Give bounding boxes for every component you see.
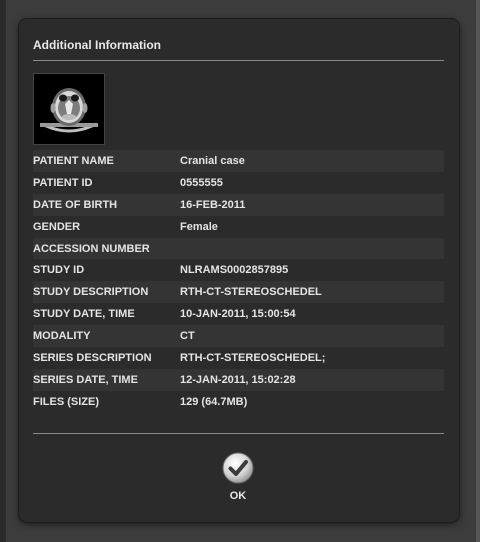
field-value: RTH-CT-STEREOSCHEDEL xyxy=(180,286,322,299)
field-row-files-size: FILES (SIZE) 129 (64.7MB) xyxy=(33,390,444,413)
field-label: SERIES DESCRIPTION xyxy=(33,351,152,364)
field-value xyxy=(180,238,444,260)
field-label: SERIES DATE, TIME xyxy=(33,373,138,386)
field-row-patient-name: PATIENT NAME Cranial case xyxy=(33,150,444,172)
field-value: 0555555 xyxy=(180,176,223,189)
field-row-modality: MODALITY CT xyxy=(33,325,444,348)
checkmark-icon xyxy=(222,452,254,484)
ok-button[interactable]: OK xyxy=(218,452,258,506)
study-info-table: PATIENT NAME Cranial case PATIENT ID 055… xyxy=(33,150,444,413)
field-label: PATIENT ID xyxy=(33,176,93,189)
field-value: Female xyxy=(180,220,218,233)
field-label: ACCESSION NUMBER xyxy=(33,242,150,255)
field-value: 16-FEB-2011 xyxy=(180,198,246,211)
field-label: PATIENT NAME xyxy=(33,154,114,167)
field-label: MODALITY xyxy=(33,330,91,343)
field-row-accession-number: ACCESSION NUMBER xyxy=(33,237,444,260)
field-row-study-description: STUDY DESCRIPTION RTH-CT-STEREOSCHEDEL xyxy=(33,281,444,304)
field-value: 12-JAN-2011, 15:02:28 xyxy=(180,373,296,386)
backdrop-left-edge xyxy=(0,0,6,542)
field-label: STUDY ID xyxy=(33,264,85,277)
bottom-divider xyxy=(33,433,444,434)
field-label: DATE OF BIRTH xyxy=(33,198,118,211)
field-value: Cranial case xyxy=(180,154,245,167)
field-value: NLRAMS0002857895 xyxy=(180,264,289,277)
field-row-series-date-time: SERIES DATE, TIME 12-JAN-2011, 15:02:28 xyxy=(33,368,444,391)
field-row-date-of-birth: DATE OF BIRTH 16-FEB-2011 xyxy=(33,193,444,216)
field-row-study-id: STUDY ID NLRAMS0002857895 xyxy=(33,259,444,282)
field-row-series-description: SERIES DESCRIPTION RTH-CT-STEREOSCHEDEL; xyxy=(33,347,444,369)
field-value: RTH-CT-STEREOSCHEDEL; xyxy=(180,351,326,364)
field-label: FILES (SIZE) xyxy=(33,395,99,408)
ok-button-label: OK xyxy=(229,490,247,502)
field-row-study-date-time: STUDY DATE, TIME 10-JAN-2011, 15:00:54 xyxy=(33,303,444,326)
field-label: STUDY DATE, TIME xyxy=(33,308,135,321)
field-label: STUDY DESCRIPTION xyxy=(33,286,149,299)
field-row-gender: GENDER Female xyxy=(33,215,444,238)
field-value: 10-JAN-2011, 15:00:54 xyxy=(180,308,296,321)
field-label: GENDER xyxy=(33,220,81,233)
ct-scan-thumbnail xyxy=(33,73,105,145)
additional-information-dialog: Additional Information PATIENT NAME Cran… xyxy=(19,19,459,522)
backdrop-right-edge xyxy=(476,0,480,542)
field-value: 129 (64.7MB) xyxy=(180,395,248,408)
ct-scan-image xyxy=(34,74,104,144)
field-row-patient-id: PATIENT ID 0555555 xyxy=(33,171,444,194)
title-divider xyxy=(33,60,444,61)
field-value: CT xyxy=(180,330,195,343)
dialog-title: Additional Information xyxy=(33,38,161,52)
